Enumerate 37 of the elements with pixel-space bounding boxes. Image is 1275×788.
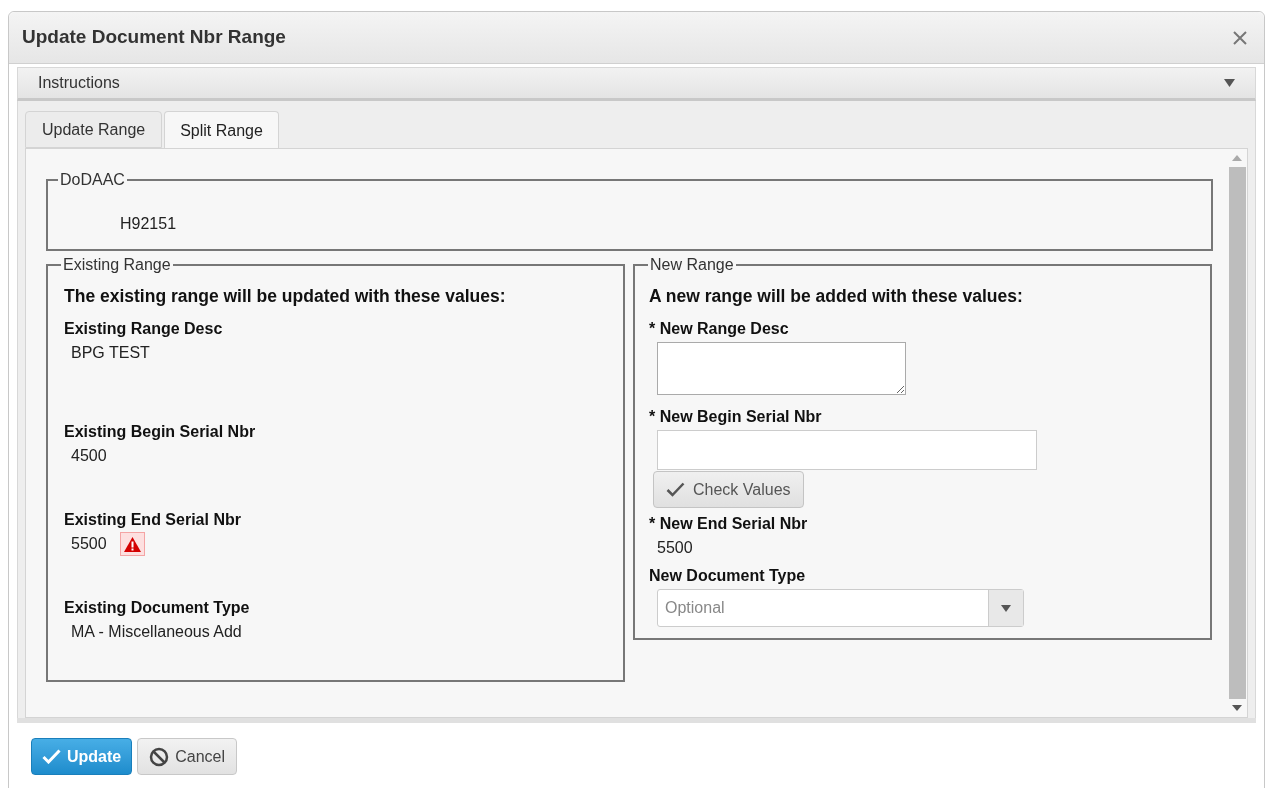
fieldset-legend: New Range [648, 253, 736, 277]
section-heading: A new range will be added with these values: [649, 285, 1023, 308]
field-value: 4500 [71, 446, 107, 467]
window-title: Update Document Nbr Range [22, 25, 286, 50]
section-heading: The existing range will be updated with these values: [64, 285, 506, 308]
field-label: New Document Type [649, 566, 806, 587]
field-label: * New Range Desc [649, 319, 789, 340]
dropdown-field[interactable]: Optional [657, 589, 1024, 628]
dodaac-value: H92151 [120, 214, 177, 234]
text-area[interactable] [657, 342, 906, 396]
dropdown-placeholder: Optional [664, 598, 726, 619]
field-label: * New Begin Serial Nbr [649, 407, 822, 428]
fieldset-legend: DoDAAC [58, 168, 127, 192]
tab[interactable]: Update Range [25, 111, 163, 148]
caret-icon [1001, 604, 1011, 612]
field-label: Existing End Serial Nbr [64, 510, 241, 531]
tab[interactable]: Split Range [164, 111, 279, 149]
check-values-button[interactable]: Check Values [653, 471, 804, 509]
scroll-down-icon[interactable] [1232, 705, 1242, 711]
scrollbar-thumb[interactable] [1228, 167, 1246, 699]
cancel-icon [149, 746, 170, 767]
field-label: Existing Range Desc [64, 319, 223, 340]
check-icon [42, 749, 61, 764]
scroll-up-icon[interactable] [1232, 155, 1242, 161]
field-value: BPG TEST [71, 343, 150, 364]
field-value: 5500 [657, 538, 693, 559]
instructions-bar[interactable]: Instructions [17, 67, 1256, 101]
close-icon[interactable] [1233, 30, 1247, 45]
fieldset-legend: Existing Range [61, 253, 173, 277]
input-field[interactable] [657, 430, 1037, 471]
field-label: Existing Document Type [64, 598, 250, 619]
field-value: MA - Miscellaneous Add [71, 622, 242, 643]
field-label: * New End Serial Nbr [649, 514, 808, 535]
field-value: 5500 [71, 534, 107, 555]
field-label: Existing Begin Serial Nbr [64, 422, 256, 443]
check-icon [666, 482, 685, 498]
cancel-button[interactable]: Cancel [137, 738, 238, 775]
